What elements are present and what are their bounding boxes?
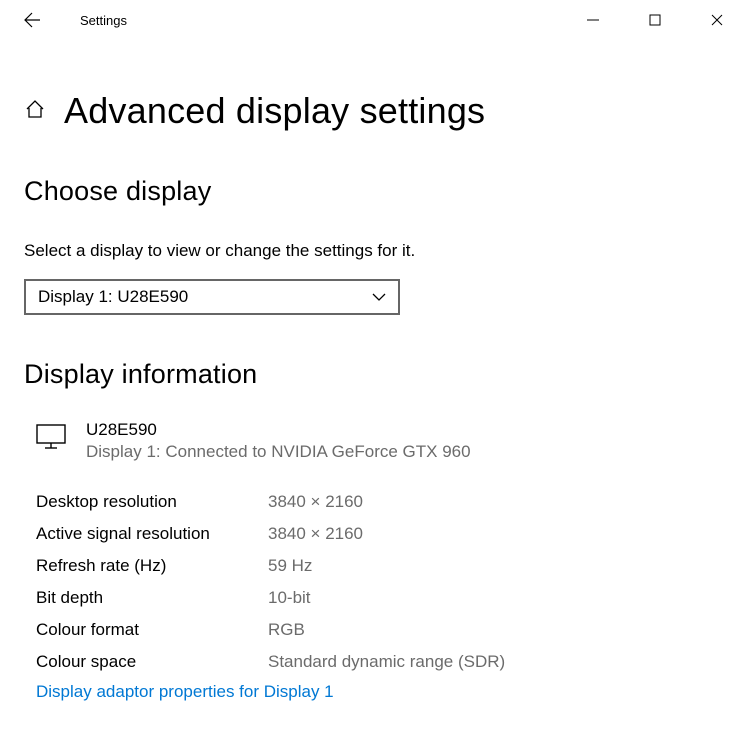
adaptor-properties-link[interactable]: Display adaptor properties for Display 1 [36, 682, 334, 702]
back-button[interactable] [12, 0, 52, 40]
info-value: 3840 × 2160 [268, 492, 363, 512]
info-label: Colour space [36, 652, 268, 672]
info-row-bit-depth: Bit depth 10-bit [36, 582, 724, 614]
minimize-button[interactable] [562, 0, 624, 40]
info-label: Refresh rate (Hz) [36, 556, 268, 576]
info-value: Standard dynamic range (SDR) [268, 652, 505, 672]
home-icon [24, 98, 46, 120]
info-row-active-signal-resolution: Active signal resolution 3840 × 2160 [36, 518, 724, 550]
choose-display-subtext: Select a display to view or change the s… [24, 241, 724, 261]
info-value: 10-bit [268, 588, 311, 608]
minimize-icon [587, 14, 599, 26]
display-name: U28E590 [86, 420, 471, 440]
maximize-button[interactable] [624, 0, 686, 40]
display-info-table: Desktop resolution 3840 × 2160 Active si… [36, 486, 724, 678]
monitor-icon [36, 424, 66, 455]
page-heading: Advanced display settings [64, 90, 485, 132]
choose-display-heading: Choose display [24, 176, 724, 207]
maximize-icon [649, 14, 661, 26]
close-button[interactable] [686, 0, 748, 40]
info-row-colour-format: Colour format RGB [36, 614, 724, 646]
info-value: 3840 × 2160 [268, 524, 363, 544]
info-value: RGB [268, 620, 305, 640]
back-arrow-icon [23, 11, 41, 29]
info-value: 59 Hz [268, 556, 312, 576]
info-label: Active signal resolution [36, 524, 268, 544]
display-connection: Display 1: Connected to NVIDIA GeForce G… [86, 442, 471, 462]
info-row-refresh-rate: Refresh rate (Hz) 59 Hz [36, 550, 724, 582]
info-row-desktop-resolution: Desktop resolution 3840 × 2160 [36, 486, 724, 518]
chevron-down-icon [372, 293, 386, 301]
display-select-dropdown[interactable]: Display 1: U28E590 [24, 279, 400, 315]
window-title: Settings [80, 13, 127, 28]
home-button[interactable] [24, 98, 46, 125]
info-label: Bit depth [36, 588, 268, 608]
dropdown-selected-text: Display 1: U28E590 [38, 287, 188, 307]
info-label: Desktop resolution [36, 492, 268, 512]
info-label: Colour format [36, 620, 268, 640]
display-information-heading: Display information [24, 359, 724, 390]
close-icon [711, 14, 723, 26]
info-row-colour-space: Colour space Standard dynamic range (SDR… [36, 646, 724, 678]
